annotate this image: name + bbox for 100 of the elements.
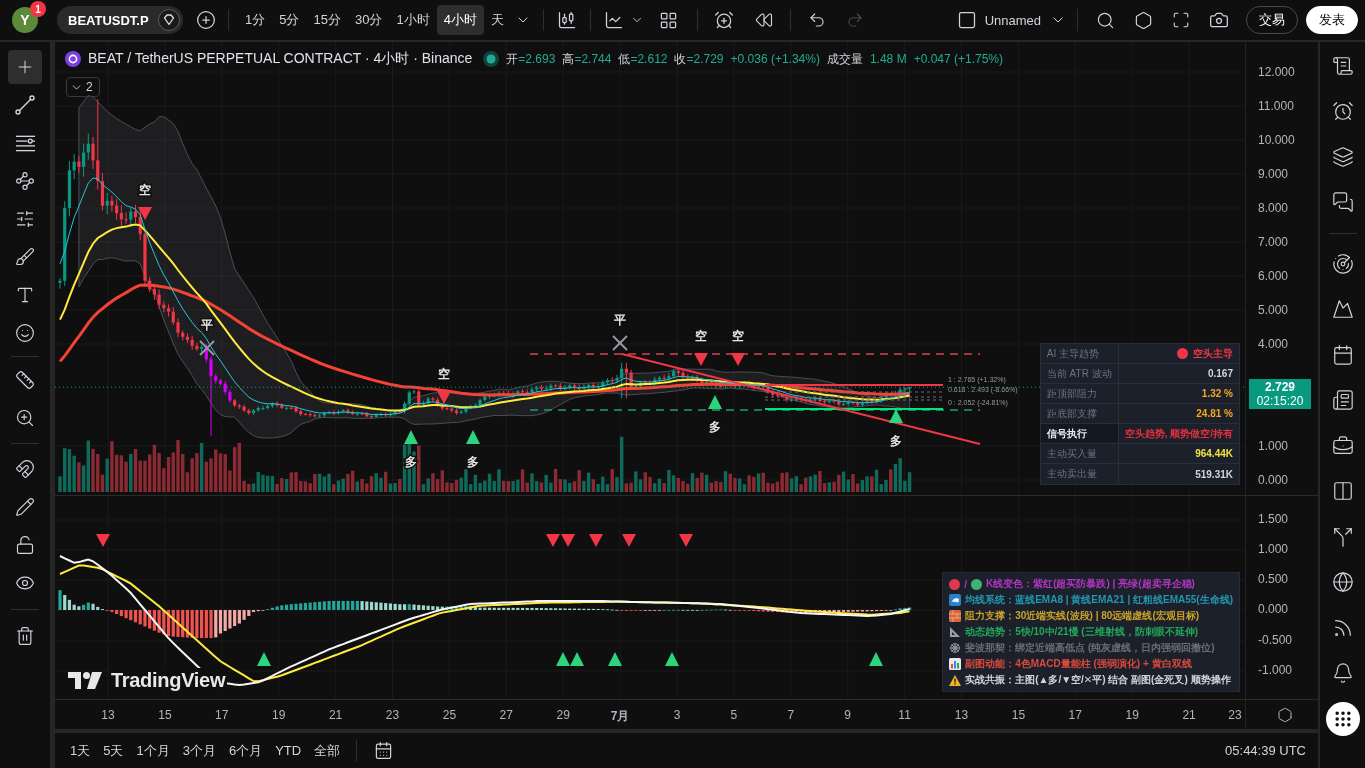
- time-tick: 25: [442, 708, 457, 722]
- info-label: 主动卖出量: [1040, 464, 1119, 484]
- hexagon-icon[interactable]: [1133, 10, 1153, 30]
- ohlc-label: 收: [674, 50, 687, 68]
- time-tick: 5: [730, 708, 738, 722]
- dot-icon: [970, 578, 982, 590]
- plus-circle-icon[interactable]: [196, 10, 216, 30]
- brick-icon: [949, 610, 962, 622]
- list-icon[interactable]: [1331, 54, 1354, 77]
- interval-tab[interactable]: 30分: [347, 5, 390, 35]
- line-chart-icon[interactable]: [603, 10, 624, 30]
- price-tick: 1.000: [1258, 439, 1289, 453]
- info-label: 当前 ATR 波动: [1040, 364, 1119, 384]
- unlocked-padlock-icon: [15, 535, 35, 555]
- macd-tick: -0.500: [1258, 633, 1293, 647]
- candlestick-icon[interactable]: [556, 10, 577, 30]
- fullscreen-icon[interactable]: [1172, 11, 1190, 29]
- info-value: 519.31K: [1195, 468, 1233, 480]
- time-tick: 9: [844, 708, 852, 722]
- warning-icon: [949, 674, 962, 686]
- range-button[interactable]: YTD: [270, 737, 307, 764]
- briefcase-icon[interactable]: [1331, 434, 1354, 457]
- interval-tab[interactable]: 4小时: [436, 5, 484, 35]
- range-button[interactable]: 全部: [309, 737, 346, 764]
- price-tick: 6.000: [1258, 269, 1289, 283]
- range-button[interactable]: 1个月: [131, 737, 175, 764]
- alarm-plus-icon[interactable]: [713, 10, 734, 30]
- down-triangle-icon: [546, 534, 560, 547]
- legend-note: 均线系统：蓝线EMA8 | 黄线EMA21 | 红粗线EMA55(生命线): [965, 593, 1233, 607]
- collapse-button[interactable]: 2: [66, 77, 100, 97]
- up-triangle-icon: [570, 652, 584, 666]
- apps-button[interactable]: [1325, 701, 1360, 736]
- down-triangle-icon: [622, 534, 636, 547]
- info-label: 信号执行: [1040, 424, 1119, 444]
- price-tick: 9.000: [1258, 167, 1289, 181]
- signal-label: 空: [732, 329, 744, 343]
- calendar-icon[interactable]: [1331, 343, 1354, 366]
- down-triangle-icon: [138, 207, 152, 220]
- time-tick: 7: [787, 708, 795, 722]
- camera-icon[interactable]: [1209, 10, 1229, 30]
- interval-tab[interactable]: 天: [483, 5, 511, 35]
- square-icon[interactable]: [956, 10, 977, 30]
- layers-icon[interactable]: [1331, 145, 1354, 168]
- settings-icon[interactable]: [1277, 706, 1293, 723]
- interval-tab[interactable]: 5分: [272, 5, 307, 35]
- time-tick: 23: [385, 708, 400, 722]
- legend-note: 动态趋势：5快/10中/21慢 (三维射线，防刺眼不延伸): [965, 625, 1198, 639]
- alarm-clock-icon[interactable]: [1331, 100, 1354, 123]
- newspaper-icon[interactable]: [1331, 389, 1354, 412]
- down-triangle-icon: [437, 391, 451, 404]
- down-triangle-icon: [679, 534, 693, 547]
- bar-chart-icon: [949, 658, 962, 670]
- interval-tab[interactable]: 15分: [306, 5, 348, 35]
- undo-icon[interactable]: [807, 11, 826, 29]
- bell-icon[interactable]: [1331, 662, 1354, 685]
- info-label: 距顶部阻力: [1040, 384, 1119, 404]
- range-button[interactable]: 3个月: [177, 737, 221, 764]
- brush-icon: [15, 247, 35, 267]
- time-tick: 15: [1011, 708, 1026, 722]
- legend-note: 实战共振：主图(▲多/▼空/✕平) 结合 副图(金死叉) 顺势操作: [965, 673, 1231, 687]
- chat-icon[interactable]: [1331, 191, 1354, 214]
- pencil-icon: [15, 497, 35, 517]
- macd-tick: 1.000: [1258, 542, 1289, 556]
- up-triangle-icon: [869, 652, 883, 666]
- volume-change-value: +0.047 (+1.75%): [913, 52, 1004, 66]
- range-button[interactable]: 1天: [65, 737, 96, 764]
- up-triangle-icon: [404, 430, 418, 444]
- time-tick: 11: [898, 708, 911, 722]
- info-label: AI 主导趋势: [1040, 344, 1119, 364]
- nodes-icon: [15, 171, 35, 191]
- split-arrows-icon[interactable]: [1331, 525, 1354, 548]
- macd-tick: 0.000: [1258, 602, 1289, 616]
- range-button[interactable]: 6个月: [223, 737, 268, 764]
- globe-icon[interactable]: [1331, 571, 1354, 594]
- search-icon[interactable]: [1095, 10, 1115, 30]
- range-button[interactable]: 5天: [98, 737, 129, 764]
- interval-tab[interactable]: 1分: [238, 5, 273, 35]
- up-triangle-icon: [665, 652, 679, 666]
- layout-name-button[interactable]: Unnamed: [978, 5, 1047, 35]
- signal-label: 平: [201, 318, 213, 332]
- up-triangle-icon: [608, 652, 622, 666]
- up-triangle-icon: [466, 430, 480, 444]
- interval-tab[interactable]: 1小时: [389, 5, 437, 35]
- symbol-logo-icon: [65, 51, 81, 67]
- smiley-icon: [15, 323, 35, 343]
- rewind-icon[interactable]: [754, 11, 773, 29]
- ohlc-label: 高: [562, 50, 575, 68]
- symbol-button[interactable]: BEATUSDT.P: [57, 6, 183, 34]
- web-icon: [949, 642, 962, 654]
- change-value: +0.036 (+1.34%): [730, 52, 820, 66]
- magnet-icon: [15, 459, 35, 479]
- columns-icon[interactable]: [1331, 480, 1354, 503]
- calendar-icon[interactable]: [373, 741, 393, 760]
- radar-icon[interactable]: [1331, 252, 1354, 275]
- mountain-icon[interactable]: [1331, 298, 1354, 321]
- time-tick: 7月: [610, 708, 630, 725]
- publish-button[interactable]: 发表: [1306, 6, 1358, 34]
- legend-note: 阻力支撑：30近端实线(波段) | 80远端虚线(宏观目标): [965, 609, 1200, 623]
- price-tick: 7.000: [1258, 235, 1289, 249]
- grid-icon[interactable]: [659, 10, 679, 30]
